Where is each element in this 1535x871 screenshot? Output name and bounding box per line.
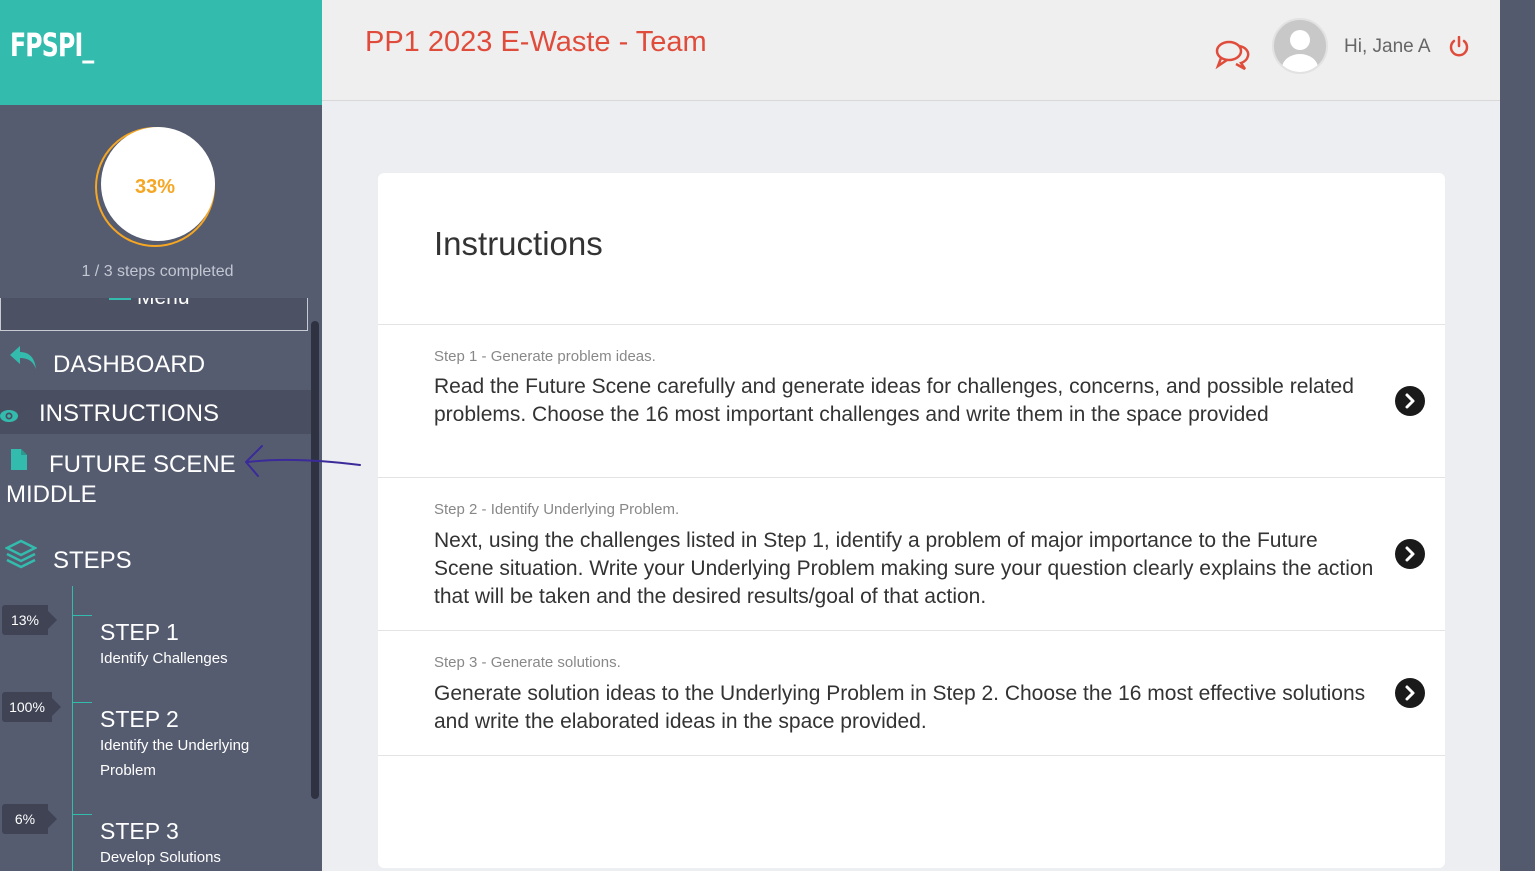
- avatar[interactable]: [1272, 18, 1328, 74]
- sidebar-item-label: DASHBOARD: [53, 351, 206, 378]
- sidebar-item-steps[interactable]: STEPS: [0, 537, 315, 581]
- progress-percent: 33%: [134, 176, 176, 198]
- power-icon[interactable]: [1448, 35, 1470, 63]
- step-2-subtitle[interactable]: Identify the Underlying Problem: [100, 733, 300, 783]
- card-title: Instructions: [434, 225, 603, 262]
- row-text: Read the Future Scene carefully and gene…: [434, 375, 1354, 426]
- eye-icon: [0, 403, 20, 431]
- user-greeting[interactable]: Hi, Jane A: [1344, 36, 1431, 58]
- row-label: Step 1 - Generate problem ideas.: [434, 348, 656, 365]
- step-progress-badge: 6%: [2, 804, 57, 834]
- card-divider: [378, 755, 1445, 756]
- tree-branch: [72, 615, 92, 616]
- sidebar-item-instructions[interactable]: INSTRUCTIONS: [0, 390, 315, 434]
- chevron-right-icon[interactable]: [1395, 539, 1425, 569]
- layers-icon: [4, 539, 38, 576]
- row-text: Next, using the challenges listed in Ste…: [434, 529, 1374, 608]
- document-icon: [11, 449, 27, 477]
- row-label: Step 3 - Generate solutions.: [434, 654, 621, 671]
- step-progress-badge: 100%: [2, 692, 61, 722]
- menu-label: Menu: [109, 298, 190, 310]
- menu-toggle[interactable]: Menu: [0, 298, 308, 331]
- row-text: Generate solution ideas to the Underlyin…: [434, 682, 1366, 733]
- steps-completed-text: 1 / 3 steps completed: [81, 263, 234, 280]
- back-arrow-icon: [8, 343, 38, 380]
- brand-logo[interactable]: FPSPI_: [10, 26, 94, 64]
- instruction-row-step-3[interactable]: Step 3 - Generate solutions. Generate so…: [378, 630, 1445, 755]
- sidebar-item-dashboard[interactable]: DASHBOARD: [0, 337, 315, 387]
- step-progress-badge: 13%: [2, 605, 57, 635]
- annotation-arrow-icon: [240, 440, 370, 490]
- chat-icon[interactable]: [1215, 38, 1251, 77]
- sidebar-item-label: STEPS: [53, 547, 132, 574]
- step-1-link[interactable]: STEP 1: [100, 619, 179, 646]
- top-header: PP1 2023 E-Waste - Team Hi, Jane A: [322, 0, 1500, 101]
- instructions-card: Instructions Step 1 - Generate problem i…: [378, 173, 1445, 868]
- sidebar-item-label: MIDDLE: [6, 481, 97, 508]
- chevron-right-icon[interactable]: [1395, 678, 1425, 708]
- page-title: PP1 2023 E-Waste - Team: [365, 26, 707, 58]
- progress-circle: 33%: [92, 124, 218, 250]
- sidebar-item-label: INSTRUCTIONS: [39, 400, 219, 427]
- right-edge-panel: [1500, 0, 1535, 871]
- row-label: Step 2 - Identify Underlying Problem.: [434, 501, 680, 518]
- step-3-subtitle[interactable]: Develop Solutions: [100, 845, 300, 870]
- sidebar-scrollbar[interactable]: [311, 321, 319, 799]
- step-1-subtitle[interactable]: Identify Challenges: [100, 646, 300, 671]
- chevron-right-icon[interactable]: [1395, 386, 1425, 416]
- tree-branch: [72, 702, 92, 703]
- instruction-row-step-2[interactable]: Step 2 - Identify Underlying Problem. Ne…: [378, 477, 1445, 630]
- brand-header: FPSPI_: [0, 0, 322, 105]
- steps-tree-line: [72, 586, 73, 871]
- instruction-row-step-1[interactable]: Step 1 - Generate problem ideas. Read th…: [378, 324, 1445, 477]
- sidebar-item-label: FUTURE SCENE: [49, 451, 236, 478]
- tree-branch: [72, 814, 92, 815]
- step-3-link[interactable]: STEP 3: [100, 818, 179, 845]
- step-2-link[interactable]: STEP 2: [100, 706, 179, 733]
